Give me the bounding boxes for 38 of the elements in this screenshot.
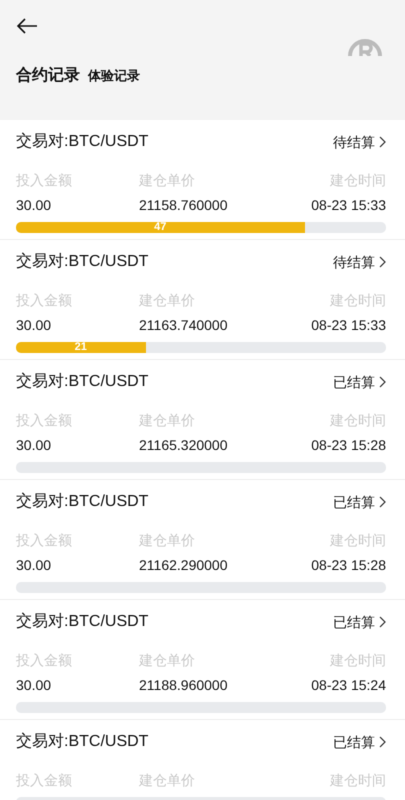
value-text: 21188.960000 [139,676,228,695]
tab[interactable]: 合约记录 [16,64,80,88]
chevron-right-icon [379,256,386,268]
pair-title: 交易对:BTC/USDT [16,372,148,392]
status-link[interactable]: 已结算 [333,732,386,752]
value-text: 08-23 15:33 [310,316,386,335]
value-text: 21162.290000 [139,556,228,575]
value-text: 30.00 [16,556,52,575]
value-text: 21158.760000 [139,196,228,215]
chevron-right-icon [379,736,386,748]
value-text: 30.00 [16,196,52,215]
countdown-text: 21 [74,342,87,353]
status-link[interactable]: 已结算 [333,612,386,632]
status-link[interactable]: 待结算 [333,132,386,152]
value-text: 30.00 [16,436,52,455]
value-text: 21165.320000 [139,436,228,455]
chevron-right-icon [379,136,386,148]
value-text: 21163.740000 [139,316,228,335]
pair-title: 交易对:BTC/USDT [16,732,148,752]
chevron-right-icon [379,616,386,628]
pair-title: 交易对:BTC/USDT [16,132,148,152]
status-link[interactable]: 已结算 [333,492,386,512]
value-text: 08-23 15:28 [310,556,386,575]
value-text: 08-23 15:33 [310,196,386,215]
value-text: 30.00 [16,316,52,335]
status-link[interactable]: 待结算 [333,252,386,272]
pair-title: 交易对:BTC/USDT [16,252,148,272]
pair-title: 交易对:BTC/USDT [16,492,148,512]
status-link[interactable]: 已结算 [333,372,386,392]
value-text: 08-23 15:28 [310,436,386,455]
pair-title: 交易对:BTC/USDT [16,612,148,632]
chevron-right-icon [379,496,386,508]
tab[interactable]: 体验记录 [88,66,140,86]
chevron-right-icon [379,376,386,388]
value-text: 08-23 15:24 [310,676,386,695]
countdown-text: 47 [154,222,166,233]
back-arrow-icon[interactable] [16,18,38,34]
value-text: 30.00 [16,676,52,695]
